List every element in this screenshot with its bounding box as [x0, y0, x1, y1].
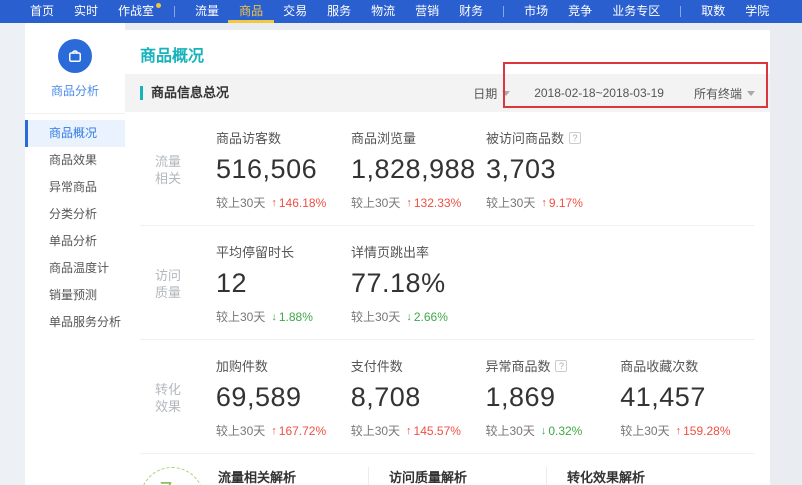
sidebar: 商品分析 商品概况 商品效果 异常商品 分类分析 单品分析 商品温度计 销量预测…	[25, 23, 125, 485]
date-range-value[interactable]: 2018-02-18~2018-03-19	[534, 86, 664, 100]
date-dropdown[interactable]: 日期	[473, 85, 510, 102]
help-icon[interactable]: ?	[569, 132, 581, 144]
main-content: 商品概况 商品信息总况 日期 2018-02-18~2018-03-19 所有终…	[125, 30, 770, 485]
metric-value: 1,869	[485, 382, 620, 413]
up-arrow-icon: ↑	[676, 425, 682, 437]
sidebar-item-single-item-service[interactable]: 单品服务分析	[25, 309, 125, 336]
metric-goods-pageviews: 商品浏览量 1,828,988 较上30天↑132.33%	[351, 128, 486, 211]
up-arrow-icon: ↑	[406, 425, 412, 437]
nav-item-marketing[interactable]: 营销	[415, 0, 439, 23]
nav-divider	[503, 6, 504, 17]
nav-divider	[174, 6, 175, 17]
row-group-label: 流量相关	[155, 153, 185, 187]
section-header-bar: 商品信息总况 日期 2018-02-18~2018-03-19 所有终端	[125, 74, 770, 112]
metric-visited-goods-count: 被访问商品数? 3,703 较上30天↑9.17%	[486, 128, 621, 211]
metric-value: 12	[216, 268, 351, 299]
sidebar-header: 商品分析	[25, 23, 125, 114]
metric-value: 516,506	[216, 154, 351, 185]
nav-item-competition[interactable]: 竞争	[568, 0, 592, 23]
metric-row-visit-quality: 访问质量 平均停留时长 12 较上30天↓1.88% 详情页跳出率 77.18%…	[140, 226, 755, 340]
nav-item-trade[interactable]: 交易	[283, 0, 307, 23]
nav-item-war-room[interactable]: 作战室	[118, 0, 154, 23]
insights-section: 7天 数据解读 流量相关解析 访问质量解析 虽然商品详情页日均跳出率比同行平均好…	[140, 454, 755, 485]
filters: 日期 2018-02-18~2018-03-19 所有终端	[473, 85, 755, 102]
sidebar-item-goods-thermometer[interactable]: 商品温度计	[25, 255, 125, 282]
goods-analysis-bag-icon	[58, 39, 92, 73]
metric-value: 69,589	[216, 382, 351, 413]
nav-item-academy[interactable]: 学院	[745, 0, 769, 23]
metric-value: 1,828,988	[351, 154, 486, 185]
up-arrow-icon: ↑	[541, 197, 547, 209]
nav-divider	[680, 6, 681, 17]
metric-goods-favorites: 商品收藏次数 41,457 较上30天↑159.28%	[620, 356, 755, 439]
metric-value: 41,457	[620, 382, 755, 413]
nav-item-market[interactable]: 市场	[524, 0, 548, 23]
page-title: 商品概况	[125, 30, 770, 74]
nav-item-goods[interactable]: 商品	[239, 0, 263, 23]
insight-visit-quality: 访问质量解析 虽然商品详情页日均跳出率比同行平均好，但平均停留时间低于同行平均，…	[368, 467, 546, 485]
down-arrow-icon: ↓	[541, 425, 547, 437]
insight-conversion: 转化效果解析 加购转化率表现还不错，但支付转化率低于同行平均，赶快到异常商品并结…	[546, 467, 724, 485]
metric-value: 77.18%	[351, 268, 486, 299]
metric-row-conversion: 转化效果 加购件数 69,589 较上30天↑167.72% 支付件数 8,70…	[140, 340, 755, 454]
notification-dot-icon	[156, 3, 161, 8]
sidebar-item-goods-effect[interactable]: 商品效果	[25, 147, 125, 174]
up-arrow-icon: ↑	[406, 197, 412, 209]
nav-item-service[interactable]: 服务	[327, 0, 351, 23]
nav-item-traffic[interactable]: 流量	[195, 0, 219, 23]
sidebar-item-abnormal-goods[interactable]: 异常商品	[25, 174, 125, 201]
sidebar-item-category-analysis[interactable]: 分类分析	[25, 201, 125, 228]
sidebar-item-single-item-analysis[interactable]: 单品分析	[25, 228, 125, 255]
metric-value: 8,708	[351, 382, 486, 413]
help-icon[interactable]: ?	[555, 360, 567, 372]
seven-day-interpretation-badge: 7天 数据解读	[140, 467, 204, 485]
nav-item-logistics[interactable]: 物流	[371, 0, 395, 23]
row-group-label: 转化效果	[155, 381, 185, 415]
row-group-label: 访问质量	[155, 267, 185, 301]
terminal-dropdown[interactable]: 所有终端	[694, 85, 755, 102]
top-nav: 首页 实时 作战室 流量 商品 交易 服务 物流 营销 财务 市场 竞争 业务专…	[0, 0, 802, 23]
page-left-gutter	[0, 23, 25, 485]
section-title: 商品信息总况	[140, 86, 229, 100]
chevron-down-icon	[502, 91, 510, 96]
metric-abnormal-goods-count: 异常商品数? 1,869 较上30天↓0.32%	[485, 356, 620, 439]
up-arrow-icon: ↑	[271, 197, 277, 209]
nav-item-home[interactable]: 首页	[30, 0, 54, 23]
metric-value: 3,703	[486, 154, 621, 185]
metric-detail-bounce-rate: 详情页跳出率 77.18% 较上30天↓2.66%	[351, 242, 486, 325]
sidebar-group-label: 商品分析	[25, 82, 125, 99]
chevron-down-icon	[747, 91, 755, 96]
nav-item-finance[interactable]: 财务	[459, 0, 483, 23]
metric-avg-stay-time: 平均停留时长 12 较上30天↓1.88%	[216, 242, 351, 325]
up-arrow-icon: ↑	[271, 425, 277, 437]
down-arrow-icon: ↓	[271, 311, 277, 323]
nav-item-data-fetch[interactable]: 取数	[701, 0, 725, 23]
metric-goods-visitors: 商品访客数 516,506 较上30天↑146.18%	[216, 128, 351, 211]
sidebar-item-goods-overview[interactable]: 商品概况	[25, 120, 125, 147]
sidebar-item-sales-forecast[interactable]: 销量预测	[25, 282, 125, 309]
metric-row-traffic: 流量相关 商品访客数 516,506 较上30天↑146.18% 商品浏览量 1…	[140, 112, 755, 226]
sidebar-menu: 商品概况 商品效果 异常商品 分类分析 单品分析 商品温度计 销量预测 单品服务…	[25, 114, 125, 336]
insight-traffic: 流量相关解析	[218, 467, 368, 485]
nav-item-realtime[interactable]: 实时	[74, 0, 98, 23]
metric-paid-count: 支付件数 8,708 较上30天↑145.57%	[351, 356, 486, 439]
nav-item-business-zone[interactable]: 业务专区	[612, 0, 660, 23]
metric-cart-add-count: 加购件数 69,589 较上30天↑167.72%	[216, 356, 351, 439]
down-arrow-icon: ↓	[406, 311, 412, 323]
